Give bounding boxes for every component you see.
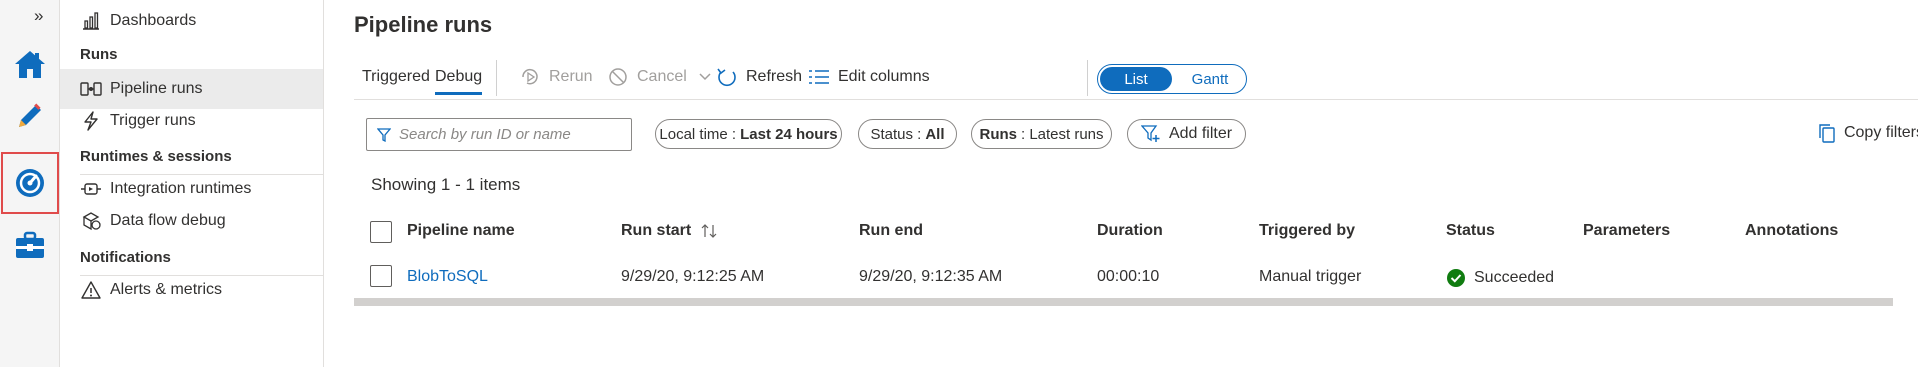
col-status[interactable]: Status — [1446, 222, 1495, 240]
nav-panel: Dashboards Runs Pipeline runs Trigger ru… — [60, 0, 324, 367]
duration-value: 00:00:10 — [1097, 268, 1160, 285]
manage-toolbox-icon[interactable] — [10, 225, 50, 265]
view-list-option[interactable]: List — [1100, 67, 1172, 91]
run-end-value: 9/29/20, 9:12:35 AM — [859, 268, 1003, 285]
table-header: Pipeline name Run start Run end Duration… — [354, 214, 1918, 250]
tab-debug[interactable]: Debug — [435, 68, 483, 95]
run-start-value: 9/29/20, 9:12:25 AM — [621, 268, 765, 285]
dashboard-chart-icon — [80, 10, 102, 32]
search-input[interactable]: Search by run ID or name — [366, 118, 632, 151]
rerun-button[interactable]: Rerun — [519, 66, 593, 88]
toolbar: Triggered Debug Rerun Cancel Refresh Edi… — [354, 58, 1918, 100]
status-filter-pill[interactable]: Status : All — [858, 119, 957, 149]
sort-icon[interactable] — [701, 224, 717, 238]
table-row: BlobToSQL 9/29/20, 9:12:25 AM 9/29/20, 9… — [354, 260, 1918, 300]
rerun-icon — [519, 66, 541, 88]
status-value: Succeeded — [1446, 268, 1554, 288]
row-checkbox[interactable] — [370, 265, 392, 287]
main-content: Pipeline runs Triggered Debug Rerun Canc… — [325, 0, 1918, 367]
col-run-start[interactable]: Run start — [621, 222, 717, 240]
monitor-gauge-icon[interactable] — [10, 163, 50, 203]
view-toggle: List Gantt — [1097, 64, 1247, 94]
add-filter-button[interactable]: Add filter — [1127, 119, 1246, 149]
toolbar-divider — [496, 60, 497, 96]
runs-filter-pill[interactable]: Runs : Latest runs — [971, 119, 1112, 149]
author-pencil-icon[interactable] — [10, 96, 50, 136]
page-title: Pipeline runs — [354, 12, 493, 37]
nav-item-data-flow-debug[interactable]: Data flow debug — [60, 201, 323, 241]
view-gantt-option[interactable]: Gantt — [1174, 65, 1246, 93]
cancel-button[interactable]: Cancel — [607, 66, 711, 88]
col-triggered-by[interactable]: Triggered by — [1259, 222, 1355, 240]
copy-filters-button[interactable]: Copy filters — [1818, 123, 1918, 143]
success-check-icon — [1446, 268, 1466, 288]
nav-label: Alerts & metrics — [110, 281, 223, 298]
time-filter-pill[interactable]: Local time : Last 24 hours — [655, 119, 842, 149]
pipeline-icon — [80, 78, 102, 100]
warning-icon — [80, 279, 102, 301]
columns-icon — [808, 66, 830, 88]
select-all-checkbox[interactable] — [370, 221, 392, 243]
toolbar-divider — [1087, 60, 1088, 96]
nav-label: Data flow debug — [110, 212, 226, 229]
nav-label: Integration runtimes — [110, 180, 252, 197]
edit-columns-button[interactable]: Edit columns — [808, 66, 930, 88]
col-parameters[interactable]: Parameters — [1583, 222, 1670, 240]
filter-bar: Search by run ID or name Local time : La… — [366, 118, 1918, 152]
icon-rail: » — [0, 0, 60, 367]
nav-item-trigger-runs[interactable]: Trigger runs — [60, 101, 323, 141]
nav-item-alerts-metrics[interactable]: Alerts & metrics — [60, 270, 323, 310]
integration-runtime-icon — [80, 178, 102, 200]
tab-triggered[interactable]: Triggered — [362, 68, 430, 86]
nav-label: Trigger runs — [110, 112, 196, 129]
results-count: Showing 1 - 1 items — [371, 175, 521, 194]
refresh-icon — [716, 66, 738, 88]
cancel-icon — [607, 66, 629, 88]
lightning-icon — [80, 110, 102, 132]
col-pipeline-name[interactable]: Pipeline name — [407, 222, 515, 240]
col-duration[interactable]: Duration — [1097, 222, 1163, 240]
add-filter-icon — [1140, 125, 1161, 143]
refresh-button[interactable]: Refresh — [716, 66, 802, 88]
nav-item-dashboards[interactable]: Dashboards — [60, 1, 323, 41]
horizontal-scrollbar[interactable] — [354, 298, 1893, 306]
expand-icon[interactable]: » — [34, 6, 43, 26]
col-run-end[interactable]: Run end — [859, 222, 923, 240]
search-placeholder: Search by run ID or name — [399, 126, 571, 143]
copy-icon — [1818, 123, 1836, 143]
triggered-by-value: Manual trigger — [1259, 268, 1362, 285]
data-flow-debug-icon — [80, 210, 102, 232]
chevron-down-icon[interactable] — [699, 73, 711, 81]
home-icon[interactable] — [10, 44, 50, 84]
col-annotations[interactable]: Annotations — [1745, 222, 1838, 240]
filter-funnel-icon — [377, 127, 391, 142]
nav-label: Pipeline runs — [110, 80, 203, 97]
pipeline-name-link[interactable]: BlobToSQL — [407, 268, 488, 286]
nav-label: Dashboards — [110, 12, 197, 29]
